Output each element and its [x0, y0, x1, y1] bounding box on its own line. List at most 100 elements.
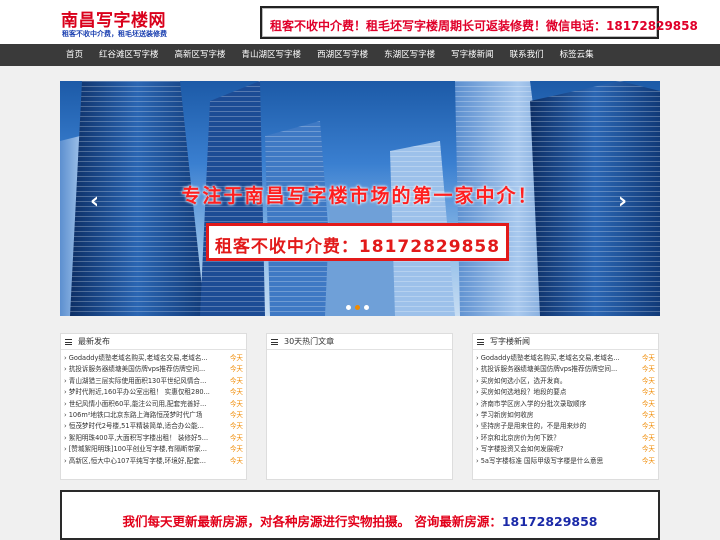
latest-posts-panel: 最新发布 › Godaddy绩塾老域名购买,老域名交易,老域名... 今天 › 抗投… — [60, 333, 247, 480]
list-item-title[interactable]: › 絮阳明珠400平,大面积写字楼出租！ 装修好5... — [64, 433, 208, 444]
list-item[interactable]: › 济南市学区房入学的分批次录取顺序 今天 — [476, 399, 655, 410]
nav-item-honggutan[interactable]: 红谷滩区写字楼 — [91, 44, 167, 66]
list-item-title[interactable]: › 高新区,恒大中心107平纯写字楼,环境好,配套... — [64, 456, 206, 467]
slider-phone-text: 租客不收中介费：18172829858 — [214, 237, 501, 257]
list-item[interactable]: › 买房如何选地段？地段的要点 今天 — [476, 387, 655, 398]
list-item-title[interactable]: › 抗投诉服务器绩塘美国仿牌vps推荐仿牌空间... — [64, 364, 205, 375]
panel-header: 写字楼新闻 — [473, 334, 658, 350]
list-item-date: 今天 — [229, 445, 243, 454]
list-item[interactable]: › 抗投诉服务器绩塘美国仿牌vps推荐仿牌空间... 今天 — [476, 364, 655, 375]
list-item[interactable]: › 5a写字楼标准 国际甲级写字楼是什么意思 今天 — [476, 456, 655, 467]
list-item[interactable]: › 买房如何选小区，选开发商。 今天 — [476, 376, 655, 387]
list-item[interactable]: › [赞城絮阳明珠]100平创业写字楼,有隔断带家... 今天 — [64, 444, 243, 455]
site-tagline: 租客不收中介费，租毛坯送装修费 — [62, 30, 167, 38]
latest-posts-list: › Godaddy绩塾老域名购买,老域名交易,老域名... 今天 › 抗投诉服务器绩… — [61, 350, 246, 467]
list-item-title[interactable]: › Godaddy绩塾老域名购买,老域名交易,老域名... — [64, 353, 208, 364]
nav-item-gaoxin[interactable]: 高新区写字楼 — [167, 44, 234, 66]
panel-title: 最新发布 — [78, 337, 110, 346]
nav-item-tags[interactable]: 标签云集 — [552, 44, 602, 66]
panel-header: 最新发布 — [61, 334, 246, 350]
slider-next-arrow-icon[interactable]: › — [618, 189, 627, 214]
list-item-title[interactable]: › Godaddy绩塾老域名购买,老域名交易,老域名... — [476, 353, 620, 364]
list-item-title[interactable]: › 青山湖猎三层实际使用面积130平世纪风情合... — [64, 376, 206, 387]
hero-slider[interactable]: 专注于南昌写字楼市场的第一家中介！ 租客不收中介费：18172829858 ‹ … — [60, 81, 660, 316]
list-item[interactable]: › 恒茂梦时代2号楼,51平精装简单,适合办公能... 今天 — [64, 421, 243, 432]
list-item-title[interactable]: › 买房如何选地段？地段的要点 — [476, 387, 566, 398]
panel-title: 30天热门文章 — [284, 337, 335, 346]
list-item[interactable]: › 环京和北京房价为何下跌？ 今天 — [476, 433, 655, 444]
list-item-title[interactable]: › 写字楼投资又会如何发展呢? — [476, 444, 563, 455]
list-item-date: 今天 — [229, 365, 243, 374]
list-item-title[interactable]: › 梦时代附近,160平办公室出租！ 实惠仅租280... — [64, 387, 210, 398]
main-nav: 首页 红谷滩区写字楼 高新区写字楼 青山湖区写字楼 西湖区写字楼 东湖区写字楼 … — [0, 44, 720, 66]
office-news-list: › Godaddy绩塾老域名购买,老域名交易,老域名... 今天 › 抗投诉服务器绩… — [473, 350, 658, 467]
nav-items: 首页 红谷滩区写字楼 高新区写字楼 青山湖区写字楼 西湖区写字楼 东湖区写字楼 … — [58, 44, 602, 66]
list-icon — [477, 339, 484, 345]
panel-header: 30天热门文章 — [267, 334, 452, 350]
list-item[interactable]: › 青山湖猎三层实际使用面积130平世纪风情合... 今天 — [64, 376, 243, 387]
list-item-date: 今天 — [641, 456, 655, 465]
list-item-title[interactable]: › 环京和北京房价为何下跌？ — [476, 433, 560, 444]
list-item[interactable]: › 梦时代附近,160平办公室出租！ 实惠仅租280... 今天 — [64, 387, 243, 398]
list-item-date: 今天 — [641, 445, 655, 454]
list-item[interactable]: › 抗投诉服务器绩塘美国仿牌vps推荐仿牌空间... 今天 — [64, 364, 243, 375]
hot-articles-list — [267, 350, 452, 353]
list-item-date: 今天 — [229, 354, 243, 362]
list-item-date: 今天 — [641, 433, 655, 442]
list-item[interactable]: › 高新区,恒大中心107平纯写字楼,环境好,配套... 今天 — [64, 456, 243, 467]
slider-prev-arrow-icon[interactable]: ‹ — [90, 189, 99, 214]
list-item-title[interactable]: › 坚持房子是用来住的，不是用来炒的 — [476, 421, 586, 432]
list-item-title[interactable]: › 世纪风情小面积60平,能注公司用,配套完善好... — [64, 399, 206, 410]
nav-item-qingshanhu[interactable]: 青山湖区写字楼 — [234, 44, 310, 66]
site-logo-title[interactable]: 南昌写字楼网 — [61, 6, 166, 31]
nav-item-contact[interactable]: 联系我们 — [502, 44, 552, 66]
list-item-title[interactable]: › [赞城絮阳明珠]100平创业写字楼,有隔断带家... — [64, 444, 207, 455]
list-item[interactable]: › 学习新房如何收房 今天 — [476, 410, 655, 421]
list-item-title[interactable]: › 济南市学区房入学的分批次录取顺序 — [476, 399, 586, 410]
list-item-date: 今天 — [641, 422, 655, 431]
list-item-title[interactable]: › 恒茂梦时代2号楼,51平精装简单,适合办公能... — [64, 421, 204, 432]
list-item-date: 今天 — [641, 388, 655, 397]
nav-item-xihu[interactable]: 西湖区写字楼 — [309, 44, 376, 66]
bottom-ad-banner[interactable]: 我们每天更新最新房源，对各种房源进行实物拍摄。 咨询最新房源：181728298… — [60, 490, 660, 540]
list-item[interactable]: › 世纪风情小面积60平,能注公司用,配套完善好... 今天 — [64, 399, 243, 410]
list-item-title[interactable]: › 抗投诉服务器绩塘美国仿牌vps推荐仿牌空间... — [476, 364, 617, 375]
list-item-date: 今天 — [229, 433, 243, 442]
slider-dot[interactable] — [355, 305, 360, 310]
list-icon — [271, 339, 278, 345]
bottom-banner-message: 我们每天更新最新房源，对各种房源进行实物拍摄。 咨询最新房源： — [122, 514, 502, 529]
list-item-date: 今天 — [229, 422, 243, 431]
list-item[interactable]: › 106m²地铁口北京东路上海路恒茂梦时代广场 今天 — [64, 410, 243, 421]
panel-title: 写字楼新闻 — [490, 337, 530, 346]
nav-item-news[interactable]: 写字楼新闻 — [443, 44, 502, 66]
list-item[interactable]: › 写字楼投资又会如何发展呢? 今天 — [476, 444, 655, 455]
list-item[interactable]: › 絮阳明珠400平,大面积写字楼出租！ 装修好5... 今天 — [64, 433, 243, 444]
site-header: 南昌写字楼网 租客不收中介费，租毛坯送装修费 租客不收中介费！租毛坯写字楼周期长… — [0, 0, 720, 44]
list-item-date: 今天 — [229, 376, 243, 385]
list-item-title[interactable]: › 买房如何选小区，选开发商。 — [476, 376, 566, 387]
list-item-date: 今天 — [641, 399, 655, 408]
slider-headline: 专注于南昌写字楼市场的第一家中介！ — [181, 185, 539, 207]
slider-dot[interactable] — [346, 305, 351, 310]
slider-dot[interactable] — [364, 305, 369, 310]
list-item-title[interactable]: › 5a写字楼标准 国际甲级写字楼是什么意思 — [476, 456, 603, 467]
nav-item-home[interactable]: 首页 — [58, 44, 91, 66]
top-ad-banner[interactable]: 租客不收中介费！租毛坯写字楼周期长可返装修费！微信电话：18172829858 — [260, 6, 698, 39]
list-item-date: 今天 — [229, 388, 243, 397]
list-item[interactable]: › 坚持房子是用来住的，不是用来炒的 今天 — [476, 421, 655, 432]
hot-articles-panel: 30天热门文章 — [266, 333, 453, 480]
list-item-date: 今天 — [641, 376, 655, 385]
list-item[interactable]: › Godaddy绩塾老域名购买,老域名交易,老域名... 今天 — [476, 353, 655, 364]
slider-phone-box: 租客不收中介费：18172829858 — [206, 223, 509, 261]
list-item-date: 今天 — [229, 410, 243, 419]
nav-item-donghu[interactable]: 东湖区写字楼 — [376, 44, 443, 66]
list-item-date: 今天 — [641, 365, 655, 374]
office-news-panel: 写字楼新闻 › Godaddy绩塾老域名购买,老域名交易,老域名... 今天 › 抗… — [472, 333, 659, 480]
list-item-title[interactable]: › 106m²地铁口北京东路上海路恒茂梦时代广场 — [64, 410, 202, 421]
bottom-banner-phone: 18172829858 — [501, 514, 598, 529]
list-item[interactable]: › Godaddy绩塾老域名购买,老域名交易,老域名... 今天 — [64, 353, 243, 364]
list-item-date: 今天 — [229, 399, 243, 408]
bottom-banner-text: 我们每天更新最新房源，对各种房源进行实物拍摄。 咨询最新房源：181728298… — [62, 511, 658, 530]
list-item-date: 今天 — [641, 410, 655, 419]
list-item-title[interactable]: › 学习新房如何收房 — [476, 410, 533, 421]
